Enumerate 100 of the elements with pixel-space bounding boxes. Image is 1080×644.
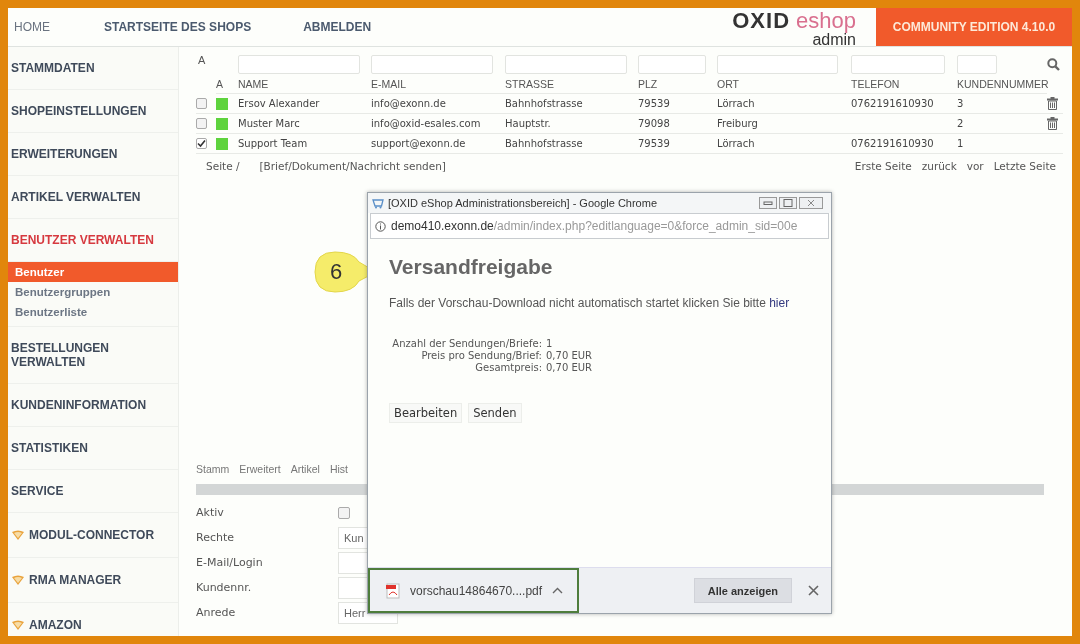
trash-icon xyxy=(1047,97,1058,110)
table-cell: Lörrach xyxy=(717,98,755,109)
table-cell: Bahnhofstrasse xyxy=(505,98,583,109)
edition-banner: COMMUNITY EDITION 4.10.0 xyxy=(876,8,1072,46)
logo-product-text: eshop xyxy=(796,10,856,32)
caret-icon xyxy=(552,587,564,594)
filter-field[interactable] xyxy=(851,54,945,74)
table-cell: 0762191610930 xyxy=(851,98,934,109)
summary-value: 0,70 EUR xyxy=(546,350,594,361)
pager-link[interactable]: Letzte Seite xyxy=(993,160,1056,172)
table-cell: Bahnhofstrasse xyxy=(505,138,583,149)
close-icon[interactable] xyxy=(808,585,819,596)
window-title: [OXID eShop Administrationsbereich] - Google Chrome xyxy=(388,197,659,209)
column-header[interactable]: NAME xyxy=(238,74,371,94)
page-label: Seite / xyxy=(206,160,240,172)
show-all-button[interactable]: Alle anzeigen xyxy=(693,578,792,603)
column-header[interactable]: STRASSE xyxy=(505,74,638,94)
table-cell: 2 xyxy=(957,118,964,129)
pdf-file-icon xyxy=(386,582,400,599)
sidebar-item[interactable]: RMA MANAGER xyxy=(11,573,122,587)
tab[interactable]: Artikel xyxy=(290,463,320,475)
table-cell: info@oxid-esales.com xyxy=(371,118,481,129)
column-header[interactable]: E-MAIL xyxy=(371,74,505,94)
row-checkbox[interactable] xyxy=(196,118,207,129)
cart-icon xyxy=(372,197,384,209)
nav-link[interactable]: STARTSEITE DES SHOPS xyxy=(104,20,252,34)
sidebar-item[interactable]: MODUL-CONNECTOR xyxy=(11,528,155,542)
filter-field[interactable] xyxy=(957,54,997,74)
row-checkbox[interactable] xyxy=(196,98,207,109)
summary-value: 0,70 EUR xyxy=(546,362,594,373)
close-icon xyxy=(799,197,823,209)
field-label: Aktiv xyxy=(196,506,225,519)
action-button[interactable]: Bearbeiten xyxy=(389,403,463,423)
filter-field[interactable] xyxy=(238,54,360,74)
maximize-icon xyxy=(779,197,797,209)
module-icon xyxy=(11,574,25,586)
field-label: Anrede xyxy=(196,606,237,619)
sidebar-item[interactable]: SERVICE xyxy=(11,484,64,498)
info-message: Falls der Vorschau-Download nicht automatisch startet klicken Sie bitte hier xyxy=(389,296,791,310)
table-cell: 1 xyxy=(957,138,964,149)
column-header[interactable]: A xyxy=(216,74,238,94)
checkbox[interactable] xyxy=(338,506,350,519)
logo-sub-text: admin xyxy=(812,32,856,48)
sidebar-item[interactable]: BESTELLUNGEN VERWALTEN xyxy=(11,341,178,369)
info-icon xyxy=(375,220,386,232)
sidebar-item[interactable]: KUNDENINFORMATION xyxy=(11,398,147,412)
nav-link[interactable]: ABMELDEN xyxy=(303,20,372,34)
sidebar-item[interactable]: BENUTZER VERWALTEN xyxy=(11,233,154,247)
table-cell: 79539 xyxy=(638,98,670,109)
sidebar-item[interactable]: ARTIKEL VERWALTEN xyxy=(11,190,141,204)
filter-label: A xyxy=(197,54,207,66)
field-label: E-Mail/Login xyxy=(196,556,264,569)
field-label: Kundennr. xyxy=(196,581,253,594)
summary-label: Anzahl der Sendungen/Briefe: xyxy=(391,338,542,349)
row-checkbox[interactable] xyxy=(196,138,207,149)
search-icon xyxy=(1047,57,1060,71)
address-bar[interactable]: demo410.exonn.de/admin/index.php?editlanguage=0&force_admin_sid=00e xyxy=(370,213,829,239)
check-icon xyxy=(197,139,206,148)
table-cell: info@exonn.de xyxy=(371,98,446,109)
table-cell: Lörrach xyxy=(717,138,755,149)
url-text: demo410.exonn.de/admin/index.php?editlanguage=0&force_admin_sid=00e xyxy=(391,219,798,233)
summary-label: Preis pro Sendung/Brief: xyxy=(420,350,542,361)
table-cell: Support Team xyxy=(238,138,308,149)
column-header[interactable]: ORT xyxy=(717,74,851,94)
filter-field[interactable] xyxy=(717,54,838,74)
summary-label: Gesamtpreis: xyxy=(474,362,542,373)
filter-field[interactable] xyxy=(505,54,627,74)
filter-field[interactable] xyxy=(638,54,706,74)
tab[interactable]: Stamm xyxy=(196,463,230,475)
table-cell: 79098 xyxy=(638,118,670,129)
sidebar-item[interactable]: STATISTIKEN xyxy=(11,441,88,455)
logo-brand-text: OXID xyxy=(732,10,791,32)
table-cell: 0762191610930 xyxy=(851,138,934,149)
table-cell: Hauptstr. xyxy=(505,118,551,129)
tab[interactable]: Erweitert xyxy=(239,463,281,475)
pager-link[interactable]: zurück xyxy=(921,160,957,172)
file-name: vorschau14864670....pdf xyxy=(410,583,543,598)
nav-link[interactable]: HOME xyxy=(14,20,50,34)
field-label: Rechte xyxy=(196,531,236,544)
sidebar-subitem[interactable]: Benutzergruppen xyxy=(8,282,178,302)
sidebar-item[interactable]: AMAZON xyxy=(11,618,82,632)
column-header[interactable]: TELEFON xyxy=(851,74,957,94)
action-button[interactable]: Senden xyxy=(468,403,522,423)
sidebar-item[interactable]: STAMMDATEN xyxy=(11,61,95,75)
download-item[interactable]: vorschau14864670....pdf xyxy=(368,568,579,613)
send-link[interactable]: [Brief/Dokument/Nachricht senden] xyxy=(259,160,446,172)
filter-field[interactable] xyxy=(371,54,493,74)
sidebar-item[interactable]: ERWEITERUNGEN xyxy=(11,147,118,161)
column-header[interactable]: KUNDENNUMMER xyxy=(957,74,1047,94)
pager-link[interactable]: vor xyxy=(966,160,984,172)
sidebar-item[interactable]: SHOPEINSTELLUNGEN xyxy=(11,104,147,118)
pager-link[interactable]: Erste Seite xyxy=(854,160,912,172)
table-cell: 79539 xyxy=(638,138,670,149)
tab[interactable]: Hist xyxy=(329,463,348,475)
table-cell: Ersov Alexander xyxy=(238,98,320,109)
page-heading: Versandfreigabe xyxy=(389,255,554,279)
column-header[interactable]: PLZ xyxy=(638,74,717,94)
table-cell: Muster Marc xyxy=(238,118,300,129)
sidebar-subitem[interactable]: Benutzerliste xyxy=(8,302,178,322)
here-link[interactable]: hier xyxy=(769,296,790,310)
